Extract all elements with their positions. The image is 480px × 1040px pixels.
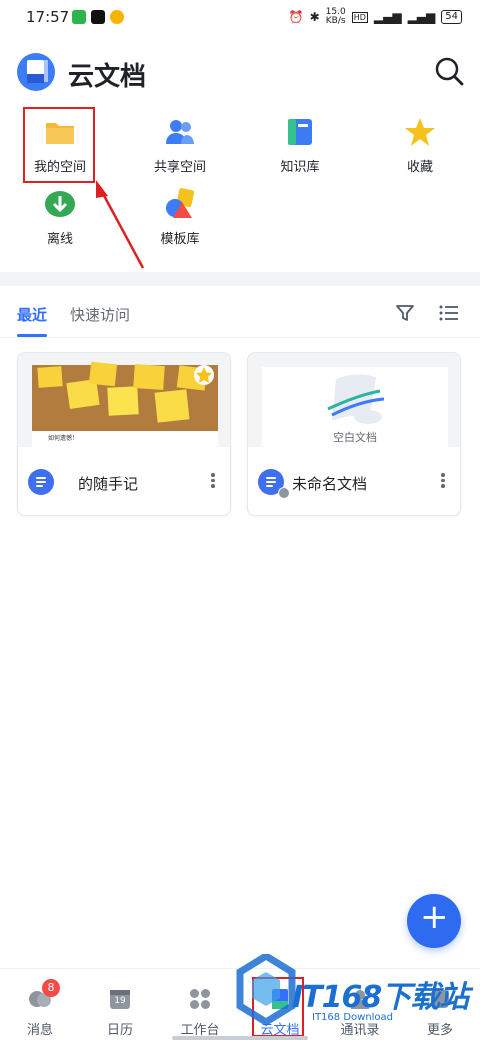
thumb-caption: 如何遗憾！ — [48, 435, 79, 442]
nav-label: 消息 — [26, 1023, 53, 1038]
watermark-logo — [236, 954, 296, 1027]
screen: 17:57 ⏰ ✱ 15.0 KB/s HD ▂▄▆ ▂▄▆ 54 云文档 我的… — [0, 0, 480, 1040]
list-view-icon[interactable] — [438, 302, 460, 324]
calendar-date: 19 — [114, 996, 126, 1006]
tab-quick-access[interactable]: 快速访问 — [70, 304, 130, 325]
doc-card[interactable]: 空白文档 未命名文档 — [247, 352, 461, 516]
thumb-caption: 空白文档 — [333, 431, 377, 444]
home-indicator — [172, 1036, 308, 1040]
doc-title: 的随手记 — [78, 475, 139, 493]
doc-card[interactable]: 如何遗憾！ 的随手记 — [17, 352, 231, 516]
nav-messages[interactable]: 8 消息 — [0, 969, 80, 1040]
more-options-icon[interactable] — [208, 471, 218, 493]
doc-thumbnail: 如何遗憾！ — [18, 353, 230, 447]
doc-thumbnail: 空白文档 — [248, 353, 460, 447]
unread-badge: 8 — [42, 979, 60, 997]
create-button[interactable]: + — [407, 894, 461, 948]
watermark-text: IT168下载站 — [292, 980, 469, 1015]
watermark: IT168下载站 IT168 Download — [236, 954, 480, 1030]
doc-type-icon — [28, 469, 54, 495]
nav-label: 日历 — [106, 1023, 133, 1038]
nav-calendar[interactable]: 19 日历 — [80, 969, 160, 1040]
tab-recent[interactable]: 最近 — [17, 304, 47, 325]
watermark-subtext: IT168 Download — [312, 1012, 394, 1023]
upload-pending-icon — [278, 487, 290, 499]
filter-icon[interactable] — [394, 302, 416, 324]
tab-active-indicator — [17, 334, 47, 337]
plus-icon: + — [420, 897, 449, 937]
grid-apps-icon — [190, 989, 210, 1009]
more-options-icon[interactable] — [438, 471, 448, 493]
doc-title: 未命名文档 — [292, 475, 368, 493]
tab-bar: 最近 快速访问 — [0, 296, 480, 338]
section-divider — [0, 272, 480, 286]
nav-workplace[interactable]: 工作台 — [160, 969, 240, 1040]
annotation-arrow — [96, 180, 145, 269]
